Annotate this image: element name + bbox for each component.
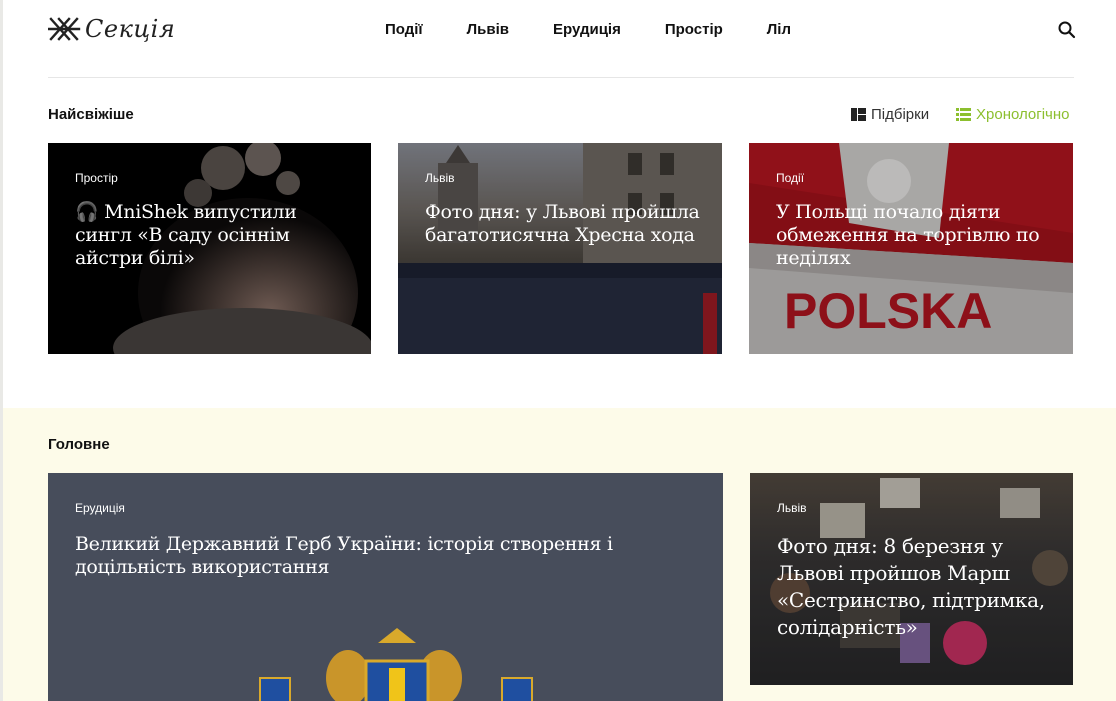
article-card[interactable]: Львів Фото дня: у Львові пройшла багатот…	[398, 143, 722, 354]
article-category: Львів	[425, 171, 455, 185]
article-image	[48, 473, 723, 701]
article-title: 🎧 MniShek випустили сингл «В саду осінні…	[75, 201, 297, 269]
article-card[interactable]: Львів Фото дня: 8 березня у Львові пройш…	[750, 473, 1073, 685]
featured-article-card[interactable]: Ерудиція Великий Державний Герб України:…	[48, 473, 723, 701]
view-chronological-toggle[interactable]: Хронологічно	[956, 106, 1070, 123]
nav-item-events[interactable]: Події	[385, 20, 423, 40]
search-icon[interactable]	[1057, 20, 1077, 40]
article-category: Події	[776, 171, 805, 185]
article-category: Ерудиція	[75, 501, 125, 515]
latest-section-title: Найсвіжіше	[48, 106, 134, 123]
list-icon	[956, 108, 971, 121]
nav-item-space[interactable]: Простір	[665, 20, 723, 40]
article-title: Фото дня: 8 березня у Львові пройшов Мар…	[777, 534, 1045, 639]
page: Секція Події Львів Ерудиція Простір Ліл …	[0, 0, 1116, 701]
view-collections-toggle[interactable]: Підбірки	[851, 106, 929, 123]
nav-item-lil[interactable]: Ліл	[767, 20, 791, 40]
view-collections-label: Підбірки	[871, 106, 930, 123]
grid-icon	[851, 108, 866, 121]
article-card[interactable]: Простір 🎧 MniShek випустили сингл «В сад…	[48, 143, 371, 354]
site-header: Секція Події Львів Ерудиція Простір Ліл	[0, 0, 1116, 78]
article-title: Фото дня: у Львові пройшла багатотисячна…	[425, 201, 700, 246]
nav-item-erudition[interactable]: Ерудиція	[553, 20, 621, 40]
logo-mark-icon	[48, 17, 81, 41]
article-card[interactable]: POLSKA Події У Польщі почало діяти обмеж…	[749, 143, 1073, 354]
header-divider	[48, 77, 1074, 78]
article-category: Львів	[777, 501, 807, 515]
site-logo[interactable]: Секція	[48, 14, 175, 44]
main-section-title: Головне	[48, 436, 110, 453]
article-title: У Польщі почало діяти обмеження на торгі…	[776, 201, 1040, 269]
article-title: Великий Державний Герб України: історія …	[75, 533, 613, 578]
view-chronological-label: Хронологічно	[976, 106, 1070, 123]
logo-text: Секція	[85, 15, 176, 43]
nav-item-lviv[interactable]: Львів	[467, 20, 509, 40]
article-category: Простір	[75, 171, 118, 185]
main-nav: Події Львів Ерудиція Простір Ліл	[385, 20, 835, 40]
